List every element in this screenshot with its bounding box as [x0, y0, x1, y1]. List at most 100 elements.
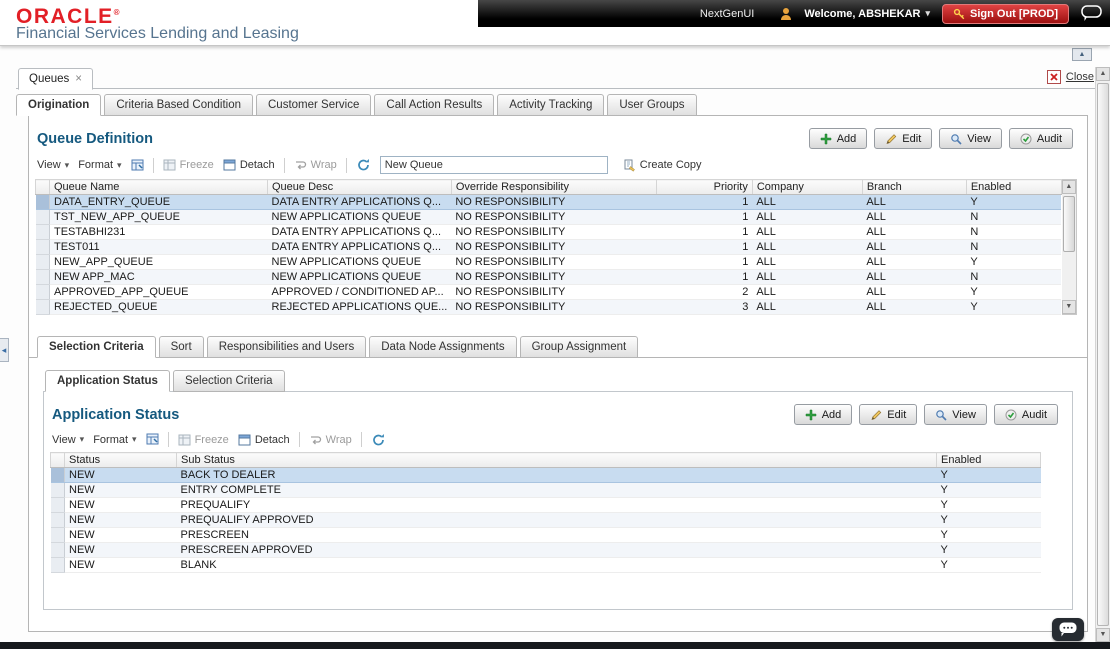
- feedback-chat-button[interactable]: [1052, 618, 1084, 641]
- cell[interactable]: ALL: [862, 269, 967, 285]
- row-selector-stub[interactable]: [50, 512, 65, 528]
- edit-button[interactable]: Edit: [874, 128, 933, 149]
- row-selector-stub[interactable]: [35, 224, 50, 240]
- cell[interactable]: NEW APP_MAC: [49, 269, 268, 285]
- freeze-button[interactable]: Freeze: [163, 159, 214, 171]
- cell[interactable]: NEW: [64, 512, 177, 528]
- cell[interactable]: Y: [966, 194, 1062, 210]
- cell[interactable]: 1: [656, 239, 753, 255]
- cell[interactable]: NEW: [64, 467, 177, 483]
- cell[interactable]: 1: [656, 254, 753, 270]
- cell[interactable]: NEW: [64, 482, 177, 498]
- table-row[interactable]: DATA_ENTRY_QUEUE DATA ENTRY APPLICATIONS …: [35, 194, 1062, 210]
- cell[interactable]: ALL: [752, 194, 863, 210]
- cell[interactable]: N: [966, 239, 1062, 255]
- cell[interactable]: Y: [936, 527, 1041, 543]
- cell[interactable]: 1: [656, 224, 753, 240]
- scroll-up-icon[interactable]: ▲: [1096, 67, 1110, 81]
- view-button[interactable]: View: [939, 128, 1002, 149]
- cell[interactable]: ALL: [752, 254, 863, 270]
- cell[interactable]: N: [966, 209, 1062, 225]
- cell[interactable]: NO RESPONSIBILITY: [451, 269, 657, 285]
- cell[interactable]: 1: [656, 209, 753, 225]
- collapse-header-button[interactable]: ▲: [1072, 48, 1092, 61]
- tab-activity-tracking[interactable]: Activity Tracking: [497, 94, 605, 116]
- col-override-responsibility[interactable]: Override Responsibility: [450, 179, 657, 195]
- cell[interactable]: N: [966, 224, 1062, 240]
- cell[interactable]: NO RESPONSIBILITY: [451, 254, 657, 270]
- cell[interactable]: ALL: [862, 284, 967, 300]
- cell[interactable]: NEW: [64, 527, 177, 543]
- tab-origination[interactable]: Origination: [16, 94, 102, 116]
- row-selector-stub[interactable]: [35, 284, 50, 300]
- cell[interactable]: NO RESPONSIBILITY: [451, 209, 657, 225]
- row-selector-stub[interactable]: [50, 482, 65, 498]
- col-sub-status[interactable]: Sub Status: [176, 452, 937, 468]
- col-company[interactable]: Company: [751, 179, 863, 195]
- splitter-handle[interactable]: ◂: [0, 338, 9, 362]
- cell[interactable]: NO RESPONSIBILITY: [451, 299, 657, 315]
- scrollbar-thumb[interactable]: [1062, 196, 1075, 252]
- row-selector-stub[interactable]: [35, 239, 50, 255]
- audit-button[interactable]: Audit: [993, 404, 1058, 425]
- detail-tab-selection-criteria[interactable]: Selection Criteria: [37, 336, 156, 358]
- cell[interactable]: Y: [966, 299, 1062, 315]
- refresh-icon[interactable]: [356, 158, 371, 172]
- table-row[interactable]: NEW BACK TO DEALER Y: [50, 467, 1041, 483]
- cell[interactable]: 1: [656, 194, 753, 210]
- cell[interactable]: ALL: [862, 299, 967, 315]
- view-button[interactable]: View: [924, 404, 987, 425]
- cell[interactable]: DATA ENTRY APPLICATIONS Q...: [267, 194, 452, 210]
- table-row[interactable]: TESTABHI231 DATA ENTRY APPLICATIONS Q... N…: [35, 224, 1062, 240]
- cell[interactable]: NEW APPLICATIONS QUEUE: [267, 209, 452, 225]
- cell[interactable]: ALL: [862, 194, 967, 210]
- cell[interactable]: APPROVED_APP_QUEUE: [49, 284, 268, 300]
- row-selector-stub[interactable]: [50, 557, 65, 573]
- add-button[interactable]: Add: [808, 128, 868, 149]
- detail-tab-data-node-assignments[interactable]: Data Node Assignments: [369, 336, 517, 358]
- wrap-button[interactable]: Wrap: [309, 434, 352, 446]
- table-row[interactable]: TEST011 DATA ENTRY APPLICATIONS Q... NO RE…: [35, 239, 1062, 255]
- cell[interactable]: ALL: [862, 254, 967, 270]
- tab-close-icon[interactable]: ×: [75, 73, 82, 85]
- table-row[interactable]: NEW PRESCREEN APPROVED Y: [50, 542, 1041, 558]
- table-row[interactable]: NEW ENTRY COMPLETE Y: [50, 482, 1041, 498]
- table-row[interactable]: TST_NEW_APP_QUEUE NEW APPLICATIONS QUEUE N…: [35, 209, 1062, 225]
- cell[interactable]: NO RESPONSIBILITY: [451, 194, 657, 210]
- audit-button[interactable]: Audit: [1008, 128, 1073, 149]
- cell[interactable]: APPROVED / CONDITIONED AP...: [267, 284, 452, 300]
- format-menu[interactable]: Format ▾: [93, 434, 136, 446]
- table-row[interactable]: NEW PREQUALIFY Y: [50, 497, 1041, 513]
- col-branch[interactable]: Branch: [861, 179, 967, 195]
- cell[interactable]: ENTRY COMPLETE: [176, 482, 937, 498]
- query-by-example-icon[interactable]: [131, 159, 144, 172]
- col-queue-name[interactable]: Queue Name: [49, 179, 268, 195]
- row-selector-stub[interactable]: [35, 299, 50, 315]
- cell[interactable]: NO RESPONSIBILITY: [451, 284, 657, 300]
- cell[interactable]: Y: [966, 284, 1062, 300]
- cell[interactable]: BLANK: [176, 557, 937, 573]
- col-queue-desc[interactable]: Queue Desc: [267, 179, 452, 195]
- edit-button[interactable]: Edit: [859, 404, 918, 425]
- cell[interactable]: ALL: [752, 209, 863, 225]
- row-selector-stub[interactable]: [50, 497, 65, 513]
- scrollbar-thumb[interactable]: [1097, 83, 1109, 626]
- row-selector-stub[interactable]: [35, 269, 50, 285]
- cell[interactable]: NEW: [64, 542, 177, 558]
- tab-criteria-based-condition[interactable]: Criteria Based Condition: [104, 94, 253, 116]
- row-selector-stub[interactable]: [50, 527, 65, 543]
- inner-tab-application-status[interactable]: Application Status: [45, 370, 170, 392]
- chat-icon[interactable]: [1081, 5, 1102, 22]
- cell[interactable]: NEW APPLICATIONS QUEUE: [267, 269, 452, 285]
- scroll-down-icon[interactable]: ▼: [1096, 628, 1110, 642]
- cell[interactable]: NO RESPONSIBILITY: [451, 239, 657, 255]
- cell[interactable]: ALL: [862, 239, 967, 255]
- table-row[interactable]: APPROVED_APP_QUEUE APPROVED / CONDITIONED…: [35, 284, 1062, 300]
- tab-customer-service[interactable]: Customer Service: [256, 94, 372, 116]
- detail-tab-group-assignment[interactable]: Group Assignment: [519, 336, 639, 358]
- create-copy-button[interactable]: Create Copy: [623, 159, 702, 172]
- cell[interactable]: 1: [656, 269, 753, 285]
- table-row[interactable]: NEW APP_MAC NEW APPLICATIONS QUEUE NO RESP…: [35, 269, 1062, 285]
- cell[interactable]: ALL: [752, 224, 863, 240]
- page-scrollbar[interactable]: ▲ ▼: [1095, 67, 1110, 642]
